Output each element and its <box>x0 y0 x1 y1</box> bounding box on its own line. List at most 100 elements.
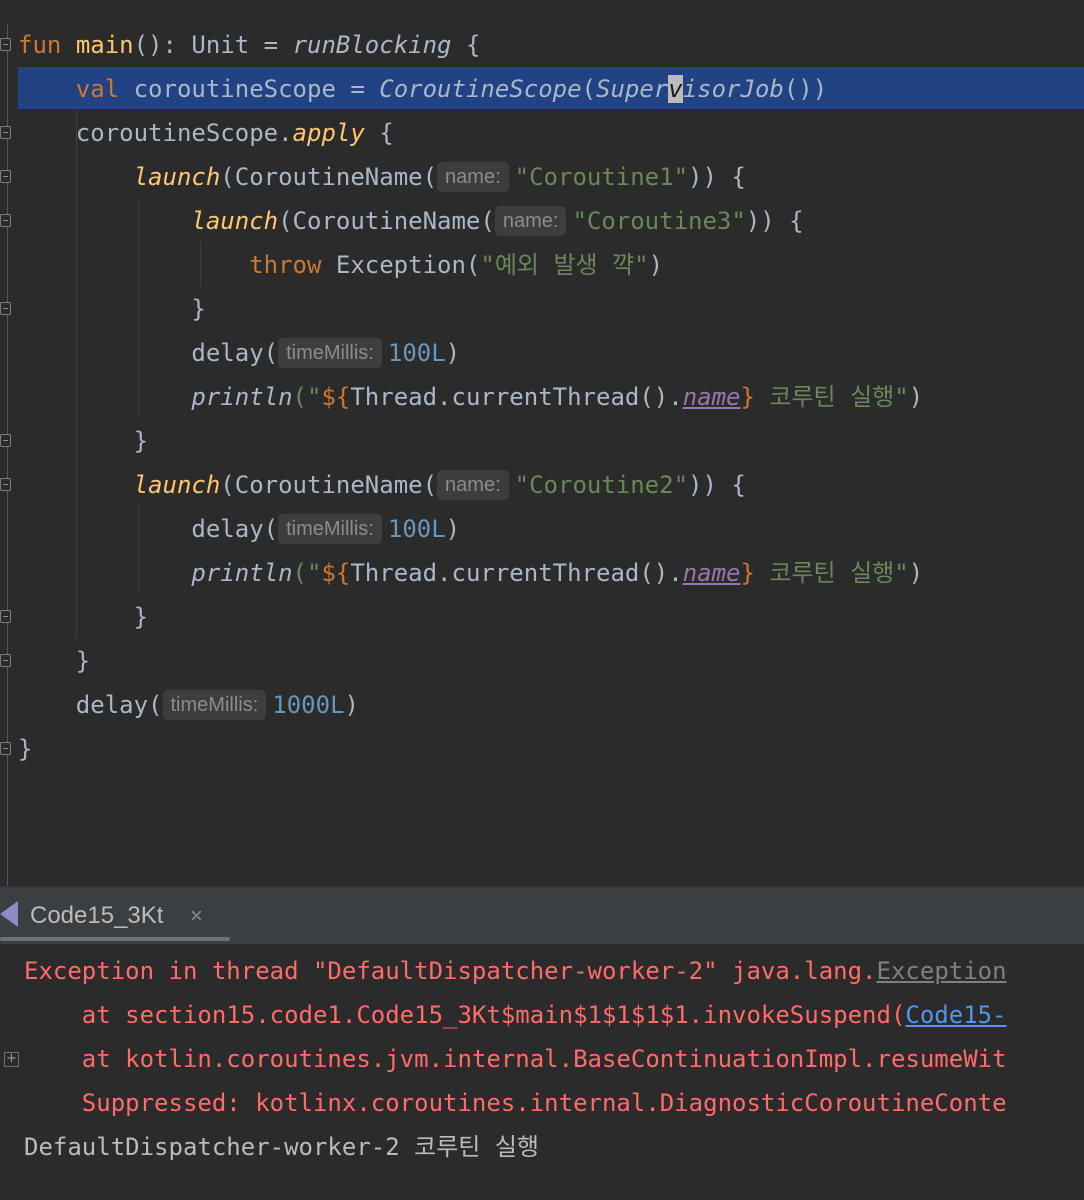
parameter-hint: timeMillis: <box>278 338 382 368</box>
console-line: Exception in thread "DefaultDispatcher-w… <box>24 954 1007 988</box>
paren: ) <box>445 339 461 367</box>
string-literal: 코루틴 실행" <box>754 383 909 411</box>
paren: ) <box>908 559 924 587</box>
code-line[interactable]: delay(timeMillis: 1000L) <box>18 688 359 722</box>
parameter-hint: timeMillis: <box>162 690 267 720</box>
template-close: } <box>740 559 755 587</box>
fold-toggle-icon[interactable] <box>0 214 11 227</box>
fold-toggle-icon[interactable] <box>0 126 11 139</box>
run-console[interactable]: Exception in thread "DefaultDispatcher-w… <box>0 944 1084 1200</box>
code-editor[interactable]: fun main(): Unit = runBlocking { val cor… <box>0 0 1084 886</box>
number-literal: 100L <box>387 515 446 543</box>
call-close: )) { <box>688 471 746 499</box>
paren: ) <box>908 383 924 411</box>
code-line[interactable]: delay(timeMillis: 100L) <box>18 336 460 370</box>
fold-toggle-icon[interactable] <box>0 478 11 491</box>
paren: ()) <box>783 75 828 103</box>
fold-toggle-icon[interactable] <box>0 170 11 183</box>
code-line[interactable]: } <box>18 292 205 326</box>
string-literal: "Coroutine2" <box>514 471 689 499</box>
active-tab-indicator <box>0 937 230 941</box>
code-line[interactable]: throw Exception("예외 발생 꺅") <box>18 248 663 282</box>
launch-call: launch <box>133 163 221 191</box>
property-name: name <box>682 559 741 587</box>
launch-call: launch <box>133 471 221 499</box>
code-line[interactable]: fun main(): Unit = runBlocking { <box>18 28 480 62</box>
string-open: (" <box>292 383 322 411</box>
fold-toggle-icon[interactable] <box>0 434 11 447</box>
console-line: at section15.code1.Code15_3Kt$main$1$1$1… <box>24 998 1007 1032</box>
template-expression: Thread.currentThread(). <box>350 383 683 411</box>
code-line[interactable]: } <box>18 644 90 678</box>
extension-call: apply <box>292 119 365 147</box>
console-line: at kotlin.coroutines.jvm.internal.BaseCo… <box>24 1045 1007 1073</box>
source-link[interactable]: Code15- <box>905 1001 1006 1029</box>
fold-toggle-icon[interactable] <box>0 38 11 51</box>
exception-link[interactable]: Exception <box>877 957 1007 985</box>
code-line[interactable]: } <box>18 732 32 766</box>
delay-call: delay( <box>191 515 279 543</box>
console-line: Suppressed: kotlinx.coroutines.internal.… <box>24 1089 1007 1117</box>
number-literal: 100L <box>387 339 446 367</box>
keyword: throw <box>249 251 322 279</box>
keyword: val <box>75 75 120 103</box>
constructor-call: CoroutineScope <box>379 75 582 103</box>
fold-toggle-icon[interactable] <box>0 610 11 623</box>
call-open: (CoroutineName( <box>278 207 495 235</box>
signature: (): Unit = <box>133 31 293 59</box>
code-line[interactable]: launch(CoroutineName(name: "Coroutine2"))… <box>18 468 746 502</box>
console-line: DefaultDispatcher-worker-2 코루틴 실행 <box>24 1133 539 1161</box>
template-open: ${ <box>321 383 351 411</box>
fold-toggle-icon[interactable] <box>0 302 11 315</box>
code-line[interactable]: delay(timeMillis: 100L) <box>18 512 460 546</box>
code-line[interactable]: println("${Thread.currentThread().name} … <box>18 380 923 414</box>
parameter-hint: name: <box>437 162 509 192</box>
paren: ) <box>445 515 461 543</box>
template-expression: Thread.currentThread(). <box>350 559 683 587</box>
code-line[interactable]: launch(CoroutineName(name: "Coroutine1"))… <box>18 160 746 194</box>
function-name: main <box>75 31 134 59</box>
call-open: (CoroutineName( <box>220 163 438 191</box>
code-line[interactable]: launch(CoroutineName(name: "Coroutine3"))… <box>18 204 804 238</box>
gutter-separator <box>7 24 8 886</box>
fold-toggle-icon[interactable] <box>0 742 11 755</box>
close-icon[interactable]: × <box>190 899 203 933</box>
brace: { <box>451 31 481 59</box>
paren: ( <box>581 75 596 103</box>
console-text: at section15.code1.Code15_3Kt$main$1$1$1… <box>24 1001 906 1029</box>
code-line[interactable]: } <box>18 600 148 634</box>
template-open: ${ <box>321 559 351 587</box>
println-call: println <box>191 383 293 411</box>
code-line[interactable]: coroutineScope.apply { <box>18 116 394 150</box>
code-line[interactable]: val coroutineScope = CoroutineScope(Supe… <box>18 72 827 106</box>
property-name: name <box>682 383 741 411</box>
tab-run-config[interactable]: Code15_3Kt <box>30 899 163 933</box>
builder-call: runBlocking <box>292 31 452 59</box>
brace: { <box>364 119 394 147</box>
code-line[interactable]: println("${Thread.currentThread().name} … <box>18 556 923 590</box>
string-literal: "Coroutine3" <box>572 207 746 235</box>
template-close: } <box>740 383 755 411</box>
text-caret: v <box>668 75 683 103</box>
brace: } <box>133 603 149 631</box>
console-text: Exception in thread "DefaultDispatcher-w… <box>24 957 877 985</box>
exception-call: Exception( <box>321 251 481 279</box>
string-literal: 코루틴 실행" <box>754 559 909 587</box>
code-line[interactable]: } <box>18 424 148 458</box>
call-close: )) { <box>688 163 746 191</box>
run-panel-header: Code15_3Kt × <box>0 886 1084 945</box>
fold-toggle-icon[interactable] <box>0 654 11 667</box>
call-close: )) { <box>745 207 804 235</box>
brace: } <box>75 647 91 675</box>
string-literal: "Coroutine1" <box>514 163 689 191</box>
supervisor-job-part: isorJob <box>682 75 784 103</box>
run-config-icon <box>0 901 18 927</box>
expand-icon[interactable]: + <box>4 1052 19 1067</box>
paren: ) <box>648 251 664 279</box>
call-open: (CoroutineName( <box>220 471 438 499</box>
receiver: coroutineScope. <box>75 119 293 147</box>
delay-call: delay( <box>191 339 279 367</box>
supervisor-job-part: Super <box>596 75 669 103</box>
parameter-hint: name: <box>437 470 509 500</box>
paren: ) <box>344 691 359 719</box>
